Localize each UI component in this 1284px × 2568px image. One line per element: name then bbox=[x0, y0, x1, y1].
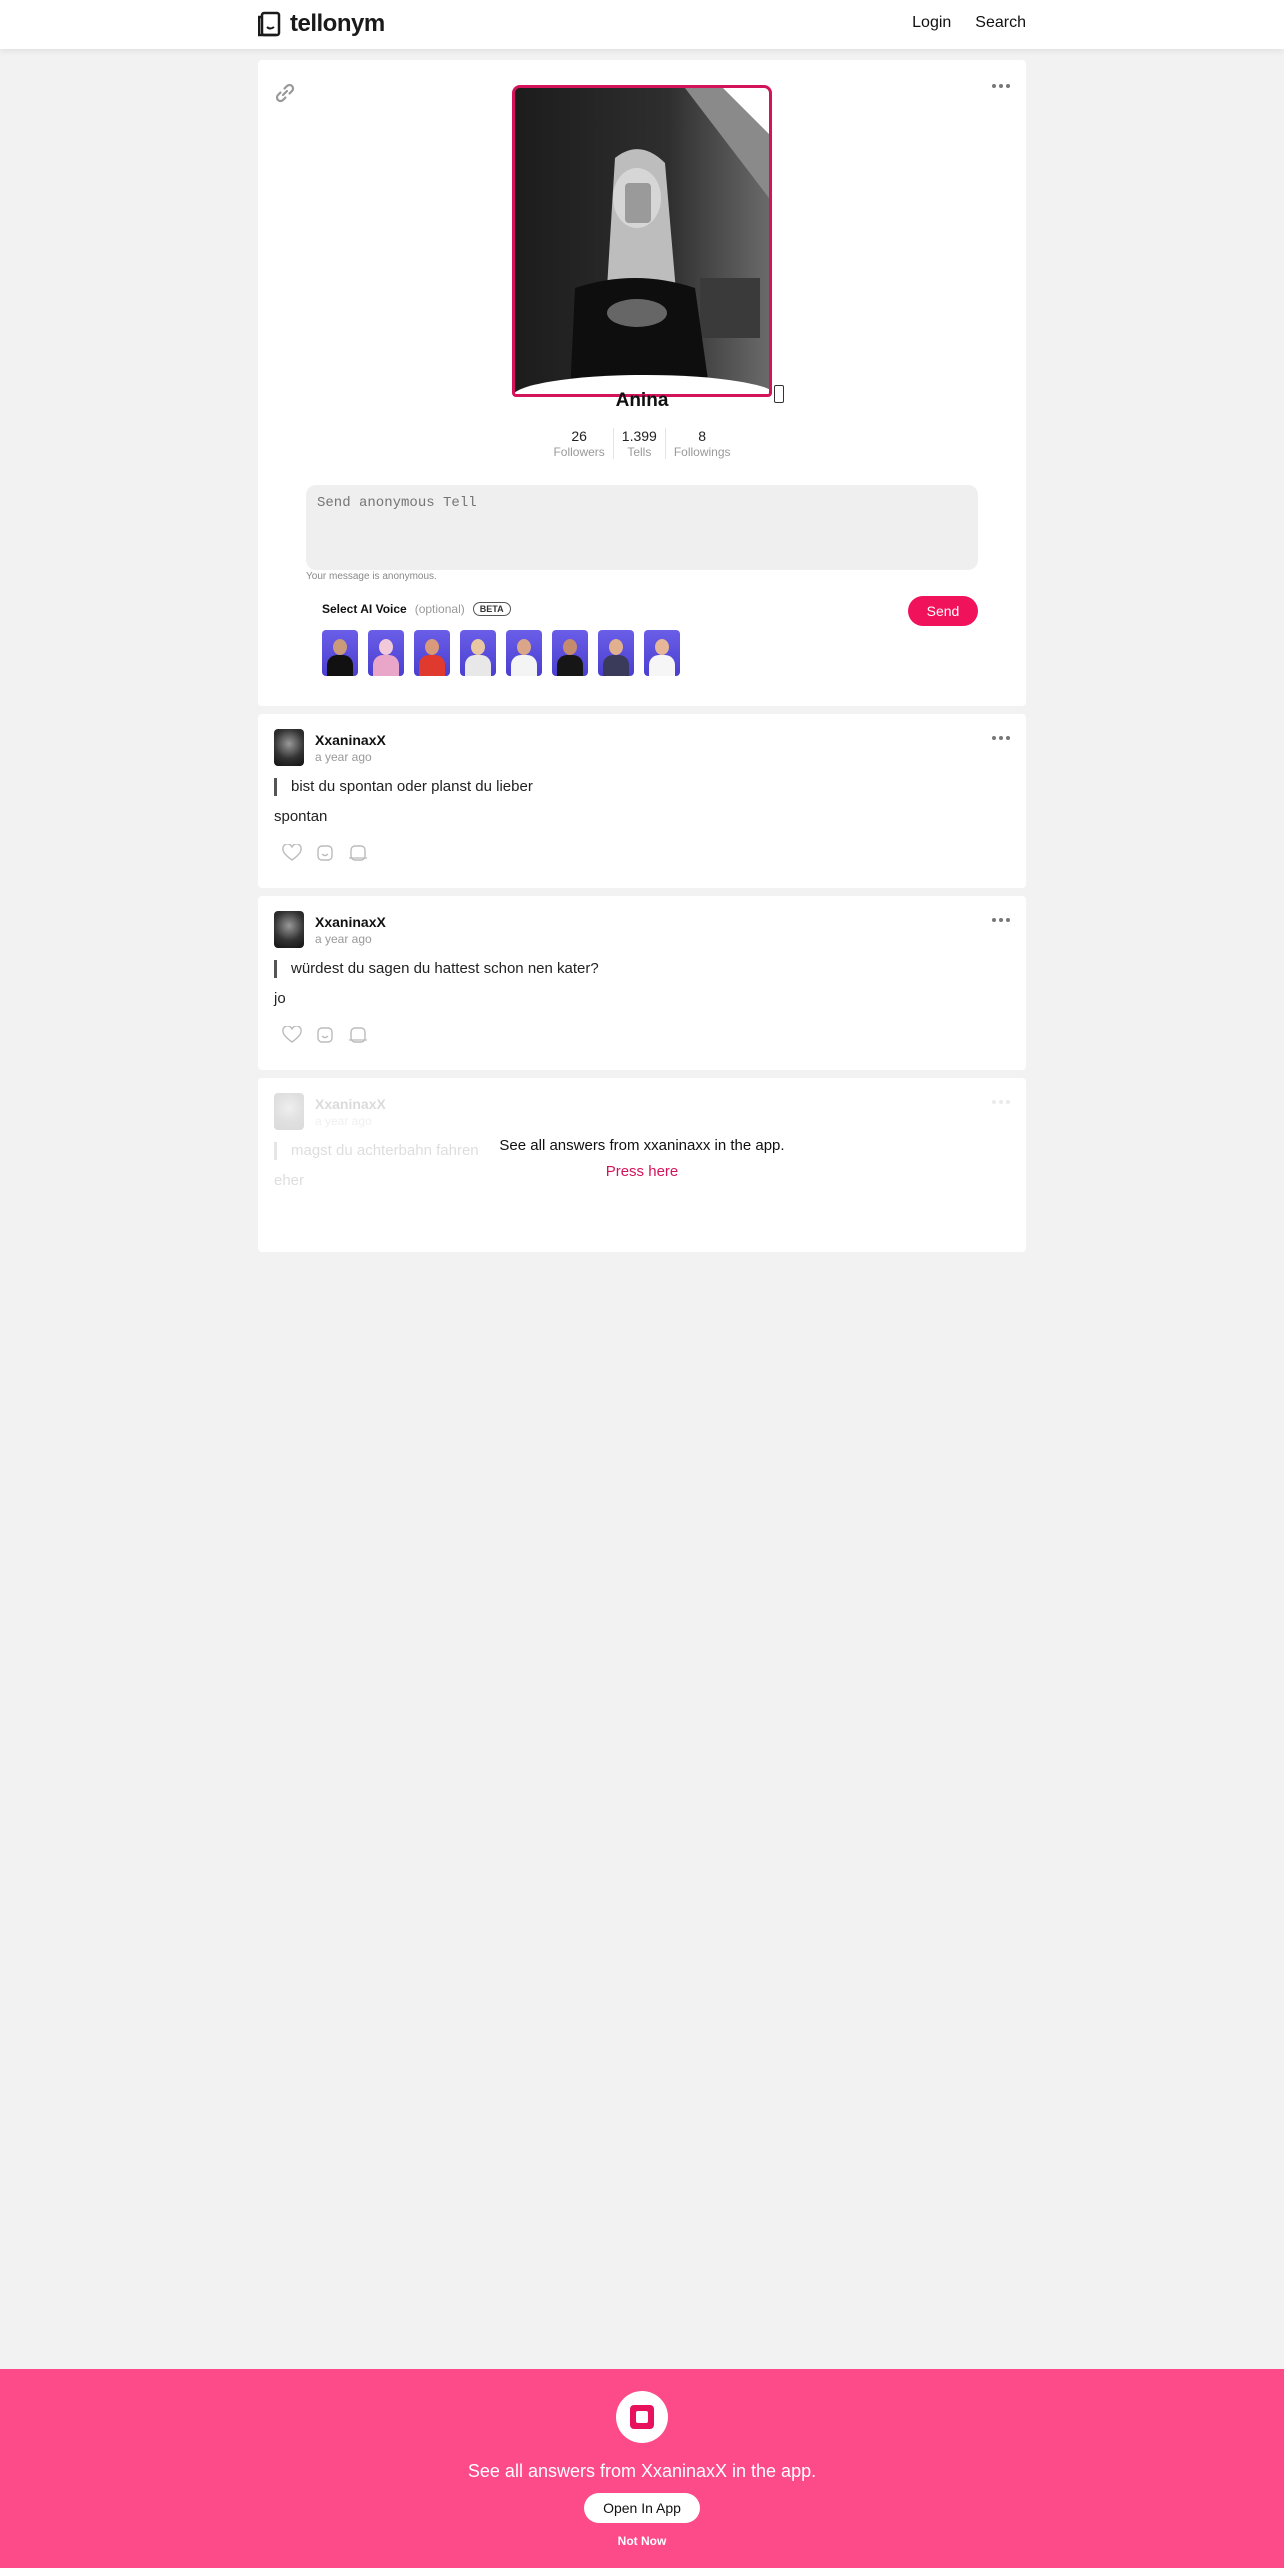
heart-icon[interactable] bbox=[282, 844, 302, 862]
ai-voice-optional: (optional) bbox=[414, 602, 465, 616]
ai-voice-header: Select AI Voice (optional) BETA bbox=[322, 602, 511, 616]
stat-value: 26 bbox=[571, 428, 587, 444]
gate-message: See all answers from xxaninaxx in the ap… bbox=[499, 1137, 785, 1154]
open-in-app-button[interactable]: Open In App bbox=[584, 2493, 700, 2523]
avatar[interactable] bbox=[274, 911, 304, 948]
ai-voice-option[interactable] bbox=[598, 630, 634, 676]
ai-voice-option[interactable] bbox=[552, 630, 588, 676]
answer-time: a year ago bbox=[315, 750, 372, 764]
tellonym-icon[interactable] bbox=[316, 844, 334, 862]
answer-text: spontan bbox=[274, 808, 328, 825]
send-button[interactable]: Send bbox=[908, 596, 978, 626]
reactions-icon[interactable] bbox=[348, 844, 368, 862]
press-here-link[interactable]: Press here bbox=[258, 1163, 1026, 1180]
link-icon[interactable] bbox=[272, 80, 298, 106]
stat-tells[interactable]: 1.399 Tells bbox=[612, 428, 665, 459]
answer-time: a year ago bbox=[315, 932, 372, 946]
search-link[interactable]: Search bbox=[975, 14, 1026, 32]
login-link[interactable]: Login bbox=[912, 14, 951, 32]
answer-time: a year ago bbox=[315, 1114, 372, 1128]
profile-avatar bbox=[512, 85, 772, 397]
answer-card: XxaninaxX a year ago würdest du sagen du… bbox=[258, 896, 1026, 1070]
answer-question: bist du spontan oder planst du lieber bbox=[274, 778, 533, 796]
stat-label: Tells bbox=[627, 445, 652, 459]
more-options-icon[interactable] bbox=[992, 736, 1010, 740]
gated-answer-card: XxaninaxX a year ago magst du achterbahn… bbox=[258, 1078, 1026, 1252]
answer-actions bbox=[282, 844, 368, 862]
answer-card: XxaninaxX a year ago bist du spontan ode… bbox=[258, 714, 1026, 888]
ai-voice-option[interactable] bbox=[322, 630, 358, 676]
more-options-icon[interactable] bbox=[992, 84, 1010, 88]
corner-fold bbox=[722, 88, 769, 135]
profile-name: Anina bbox=[615, 390, 669, 411]
ai-voice-title: Select AI Voice bbox=[322, 602, 407, 616]
app-icon bbox=[616, 2391, 668, 2443]
ai-voice-list bbox=[322, 630, 680, 676]
stat-label: Followers bbox=[553, 445, 605, 459]
beta-badge: BETA bbox=[472, 602, 511, 616]
tell-input[interactable] bbox=[306, 485, 978, 570]
profile-card: Anina 26 Followers 1.399 Tells 8 Followi… bbox=[258, 60, 1026, 706]
reactions-icon[interactable] bbox=[348, 1026, 368, 1044]
stat-value: 8 bbox=[698, 428, 707, 444]
answer-actions bbox=[282, 1026, 368, 1044]
stat-followers[interactable]: 26 Followers bbox=[545, 428, 612, 459]
top-nav: Login Search bbox=[912, 14, 1026, 32]
ai-voice-option[interactable] bbox=[368, 630, 404, 676]
profile-stats: 26 Followers 1.399 Tells 8 Followings bbox=[258, 428, 1026, 459]
not-now-link[interactable]: Not Now bbox=[0, 2534, 1284, 2548]
ai-voice-option[interactable] bbox=[414, 630, 450, 676]
answer-username: XxaninaxX bbox=[315, 1096, 386, 1112]
ai-voice-option[interactable] bbox=[506, 630, 542, 676]
avatar[interactable] bbox=[274, 729, 304, 766]
logo[interactable]: tellonym bbox=[258, 10, 385, 38]
stat-label: Followings bbox=[673, 445, 731, 459]
top-bar: tellonym Login Search bbox=[0, 0, 1284, 49]
answer-question: würdest du sagen du hattest schon nen ka… bbox=[274, 960, 599, 978]
brand-name: tellonym bbox=[290, 10, 385, 37]
heart-icon[interactable] bbox=[282, 1026, 302, 1044]
anonymous-note: Your message is anonymous. bbox=[306, 571, 437, 582]
answer-username[interactable]: XxaninaxX bbox=[315, 914, 386, 930]
banner-text: See all answers from XxaninaxX in the ap… bbox=[467, 2461, 817, 2481]
ai-voice-option[interactable] bbox=[460, 630, 496, 676]
tellonym-logo-icon bbox=[258, 11, 281, 37]
open-app-banner: See all answers from XxaninaxX in the ap… bbox=[0, 2369, 1284, 2568]
ai-voice-option[interactable] bbox=[644, 630, 680, 676]
more-options-icon bbox=[992, 1100, 1010, 1104]
stat-value: 1.399 bbox=[621, 428, 657, 444]
answer-username[interactable]: XxaninaxX bbox=[315, 732, 386, 748]
tellonym-icon[interactable] bbox=[316, 1026, 334, 1044]
stat-followings[interactable]: 8 Followings bbox=[664, 428, 739, 459]
avatar bbox=[274, 1093, 304, 1130]
more-options-icon[interactable] bbox=[992, 918, 1010, 922]
answer-text: jo bbox=[274, 990, 286, 1007]
